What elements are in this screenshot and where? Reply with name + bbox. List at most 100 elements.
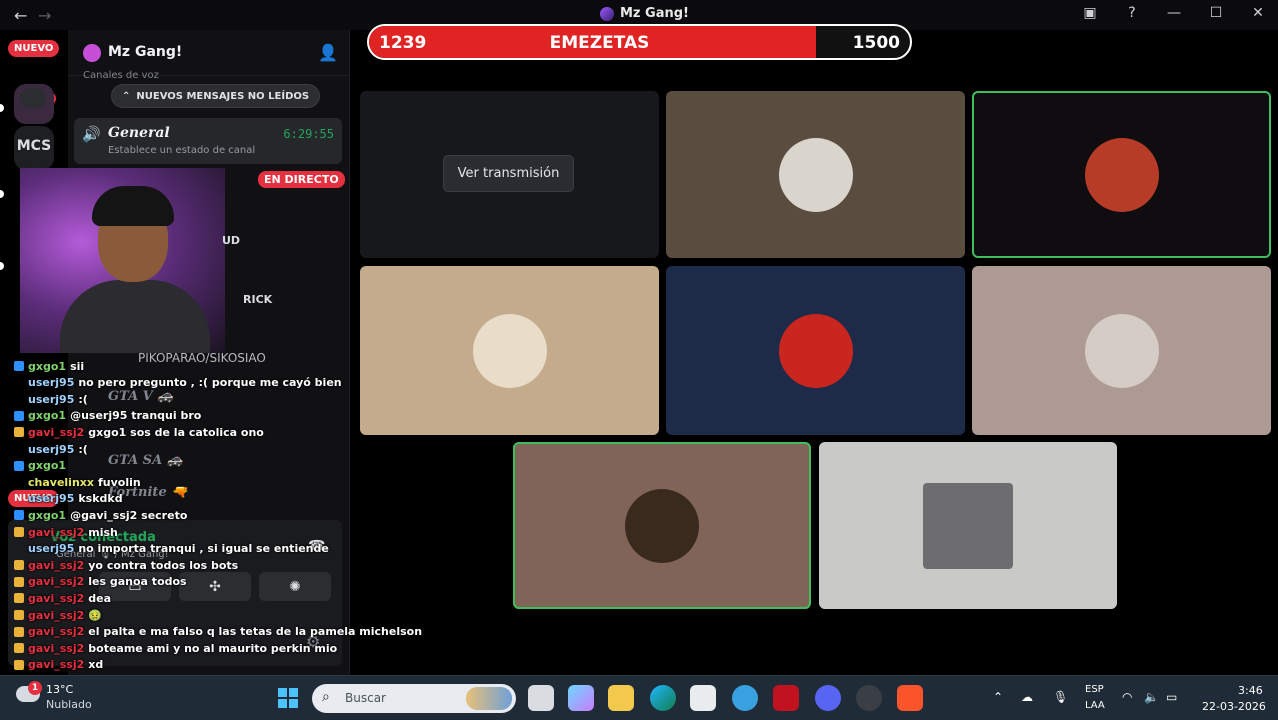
task-view-icon[interactable] [528, 685, 554, 711]
server-mcs[interactable]: MCS [14, 126, 54, 166]
windows-start-icon[interactable] [278, 688, 298, 708]
chat-username[interactable]: userj95 [28, 542, 74, 555]
brave-icon[interactable] [897, 685, 923, 711]
inbox-icon[interactable]: ▣ [1080, 5, 1100, 21]
watch-stream-button[interactable]: Ver transmisión [443, 155, 574, 192]
chat-message: gavi_ssj2 dea [14, 590, 111, 606]
chat-username[interactable]: gavi_ssj2 [28, 609, 84, 622]
chat-username[interactable]: gavi_ssj2 [28, 625, 84, 638]
chat-username[interactable]: gxgo1 [28, 509, 66, 522]
chat-username[interactable]: userj95 [28, 393, 74, 406]
search-placeholder: Buscar [345, 691, 386, 705]
file-explorer-icon[interactable] [608, 685, 634, 711]
onedrive-icon[interactable]: ☁ [1021, 690, 1033, 704]
participant-avatar [1084, 137, 1159, 212]
back-arrow-icon[interactable]: ← [14, 6, 27, 25]
window-title: Mz Gang! [600, 6, 689, 21]
participant-tile[interactable] [360, 266, 659, 435]
streamer-headset [92, 186, 174, 226]
chat-text: el palta e ma falso q las tetas de la pa… [88, 625, 423, 639]
chat-username[interactable]: gxgo1 [28, 459, 66, 472]
chat-username[interactable]: userj95 [28, 443, 74, 456]
chat-message: gavi_ssj2 gxgo1 sos de la catolica ono [14, 424, 264, 440]
wifi-icon[interactable]: ◠ [1122, 690, 1132, 704]
chat-message: gxgo1 sii [14, 358, 84, 374]
participant-tile[interactable] [819, 442, 1117, 609]
participant-avatar [1084, 313, 1159, 388]
weather-temperature[interactable]: 13°C [46, 683, 73, 696]
server-name[interactable]: Mz Gang! [108, 44, 182, 60]
chat-username[interactable]: gavi_ssj2 [28, 526, 84, 539]
copilot-icon[interactable] [568, 685, 594, 711]
chat-message: userj95:( [14, 441, 88, 457]
chat-badge-icon [14, 527, 24, 537]
clock-time[interactable]: 3:46 [1238, 684, 1263, 697]
battery-icon[interactable]: ▭ [1166, 690, 1177, 704]
chat-message: gavi_ssj2 boteame ami y no al maurito per… [14, 640, 337, 656]
chat-message: gavi_ssj2 xd [14, 657, 103, 673]
participant-tile[interactable] [666, 266, 965, 435]
voice-channel-general[interactable]: 🔊 General 6:29:55 Establece un estado de… [74, 118, 342, 164]
chat-text: kskdkd [78, 492, 123, 506]
weather-badge: 1 [28, 681, 42, 695]
add-member-icon[interactable]: 👤 [318, 43, 338, 62]
forward-arrow-icon[interactable]: → [38, 6, 51, 25]
chat-username[interactable]: gavi_ssj2 [28, 575, 84, 588]
unread-pill-label: NUEVOS MENSAJES NO LEÍDOS [136, 90, 310, 102]
participant-tile[interactable] [513, 442, 811, 609]
help-icon[interactable]: ? [1122, 5, 1142, 21]
chat-username[interactable]: gavi_ssj2 [28, 642, 84, 655]
mcafee-icon[interactable] [773, 685, 799, 711]
language-code[interactable]: ESP [1085, 684, 1104, 695]
participant-tile[interactable]: Ver transmisión [360, 91, 659, 258]
chat-badge-icon [14, 610, 24, 620]
clock-date[interactable]: 22-03-2026 [1202, 700, 1266, 713]
minimize-icon[interactable]: — [1164, 5, 1184, 21]
close-icon[interactable]: ✕ [1248, 5, 1268, 21]
chat-badge-icon [14, 460, 24, 471]
unread-messages-pill[interactable]: ⌃ NUEVOS MENSAJES NO LEÍDOS [111, 84, 321, 108]
chat-message: userj95 :( [14, 391, 88, 407]
taskbar-search[interactable]: ⌕ Buscar [312, 684, 516, 713]
chat-badge-icon [14, 659, 24, 670]
volume-icon[interactable]: 🔈 [1144, 690, 1159, 704]
category-label[interactable]: Canales de voz [83, 70, 159, 81]
chat-text: 🤢 [88, 608, 102, 622]
participant-tile[interactable] [972, 266, 1271, 435]
chat-text: fuvolin [97, 475, 141, 489]
chat-username[interactable]: gxgo1 [28, 360, 66, 373]
channel-status-prompt[interactable]: Establece un estado de canal [108, 145, 255, 156]
search-icon: ⌕ [322, 689, 330, 705]
keyboard-layout[interactable]: LAA [1085, 700, 1105, 711]
store-icon[interactable] [690, 685, 716, 711]
chat-username[interactable]: gavi_ssj2 [28, 658, 84, 671]
chat-username[interactable]: gavi_ssj2 [28, 426, 84, 439]
microphone-icon[interactable]: 🎙 [1053, 690, 1068, 704]
participant-tile[interactable] [666, 91, 965, 258]
chat-message: gavi_ssj2 les ganoa todos [14, 574, 187, 590]
chat-text: @userj95 tranqui bro [70, 409, 202, 423]
participant-tile[interactable] [972, 91, 1271, 258]
chevron-up-icon[interactable]: ⌃ [993, 690, 1003, 704]
weather-condition[interactable]: Nublado [46, 698, 92, 711]
weather-app-icon[interactable] [732, 685, 758, 711]
chat-text: yo contra todos los bots [88, 558, 239, 572]
chat-badge-icon [14, 576, 24, 587]
server-icon-fragment[interactable] [20, 88, 46, 108]
chat-badge-icon [14, 560, 24, 571]
chat-username[interactable]: gxgo1 [28, 409, 66, 422]
chat-username[interactable]: gavi_ssj2 [28, 592, 84, 605]
chat-username[interactable]: userj95 [28, 492, 74, 505]
discord-icon[interactable] [815, 685, 841, 711]
chat-badge-icon [14, 410, 24, 421]
maximize-icon[interactable]: ☐ [1206, 5, 1226, 21]
chat-message: gavi_ssj2 yo contra todos los bots [14, 557, 238, 573]
chat-username[interactable]: userj95 [28, 376, 74, 389]
chat-username[interactable]: gavi_ssj2 [28, 559, 84, 572]
chat-text: :( [78, 392, 88, 406]
edge-icon[interactable] [650, 685, 676, 711]
obs-icon[interactable] [856, 685, 882, 711]
chat-text: gxgo1 sos de la catolica ono [88, 425, 264, 439]
chat-username[interactable]: chavelinxx [28, 476, 94, 489]
